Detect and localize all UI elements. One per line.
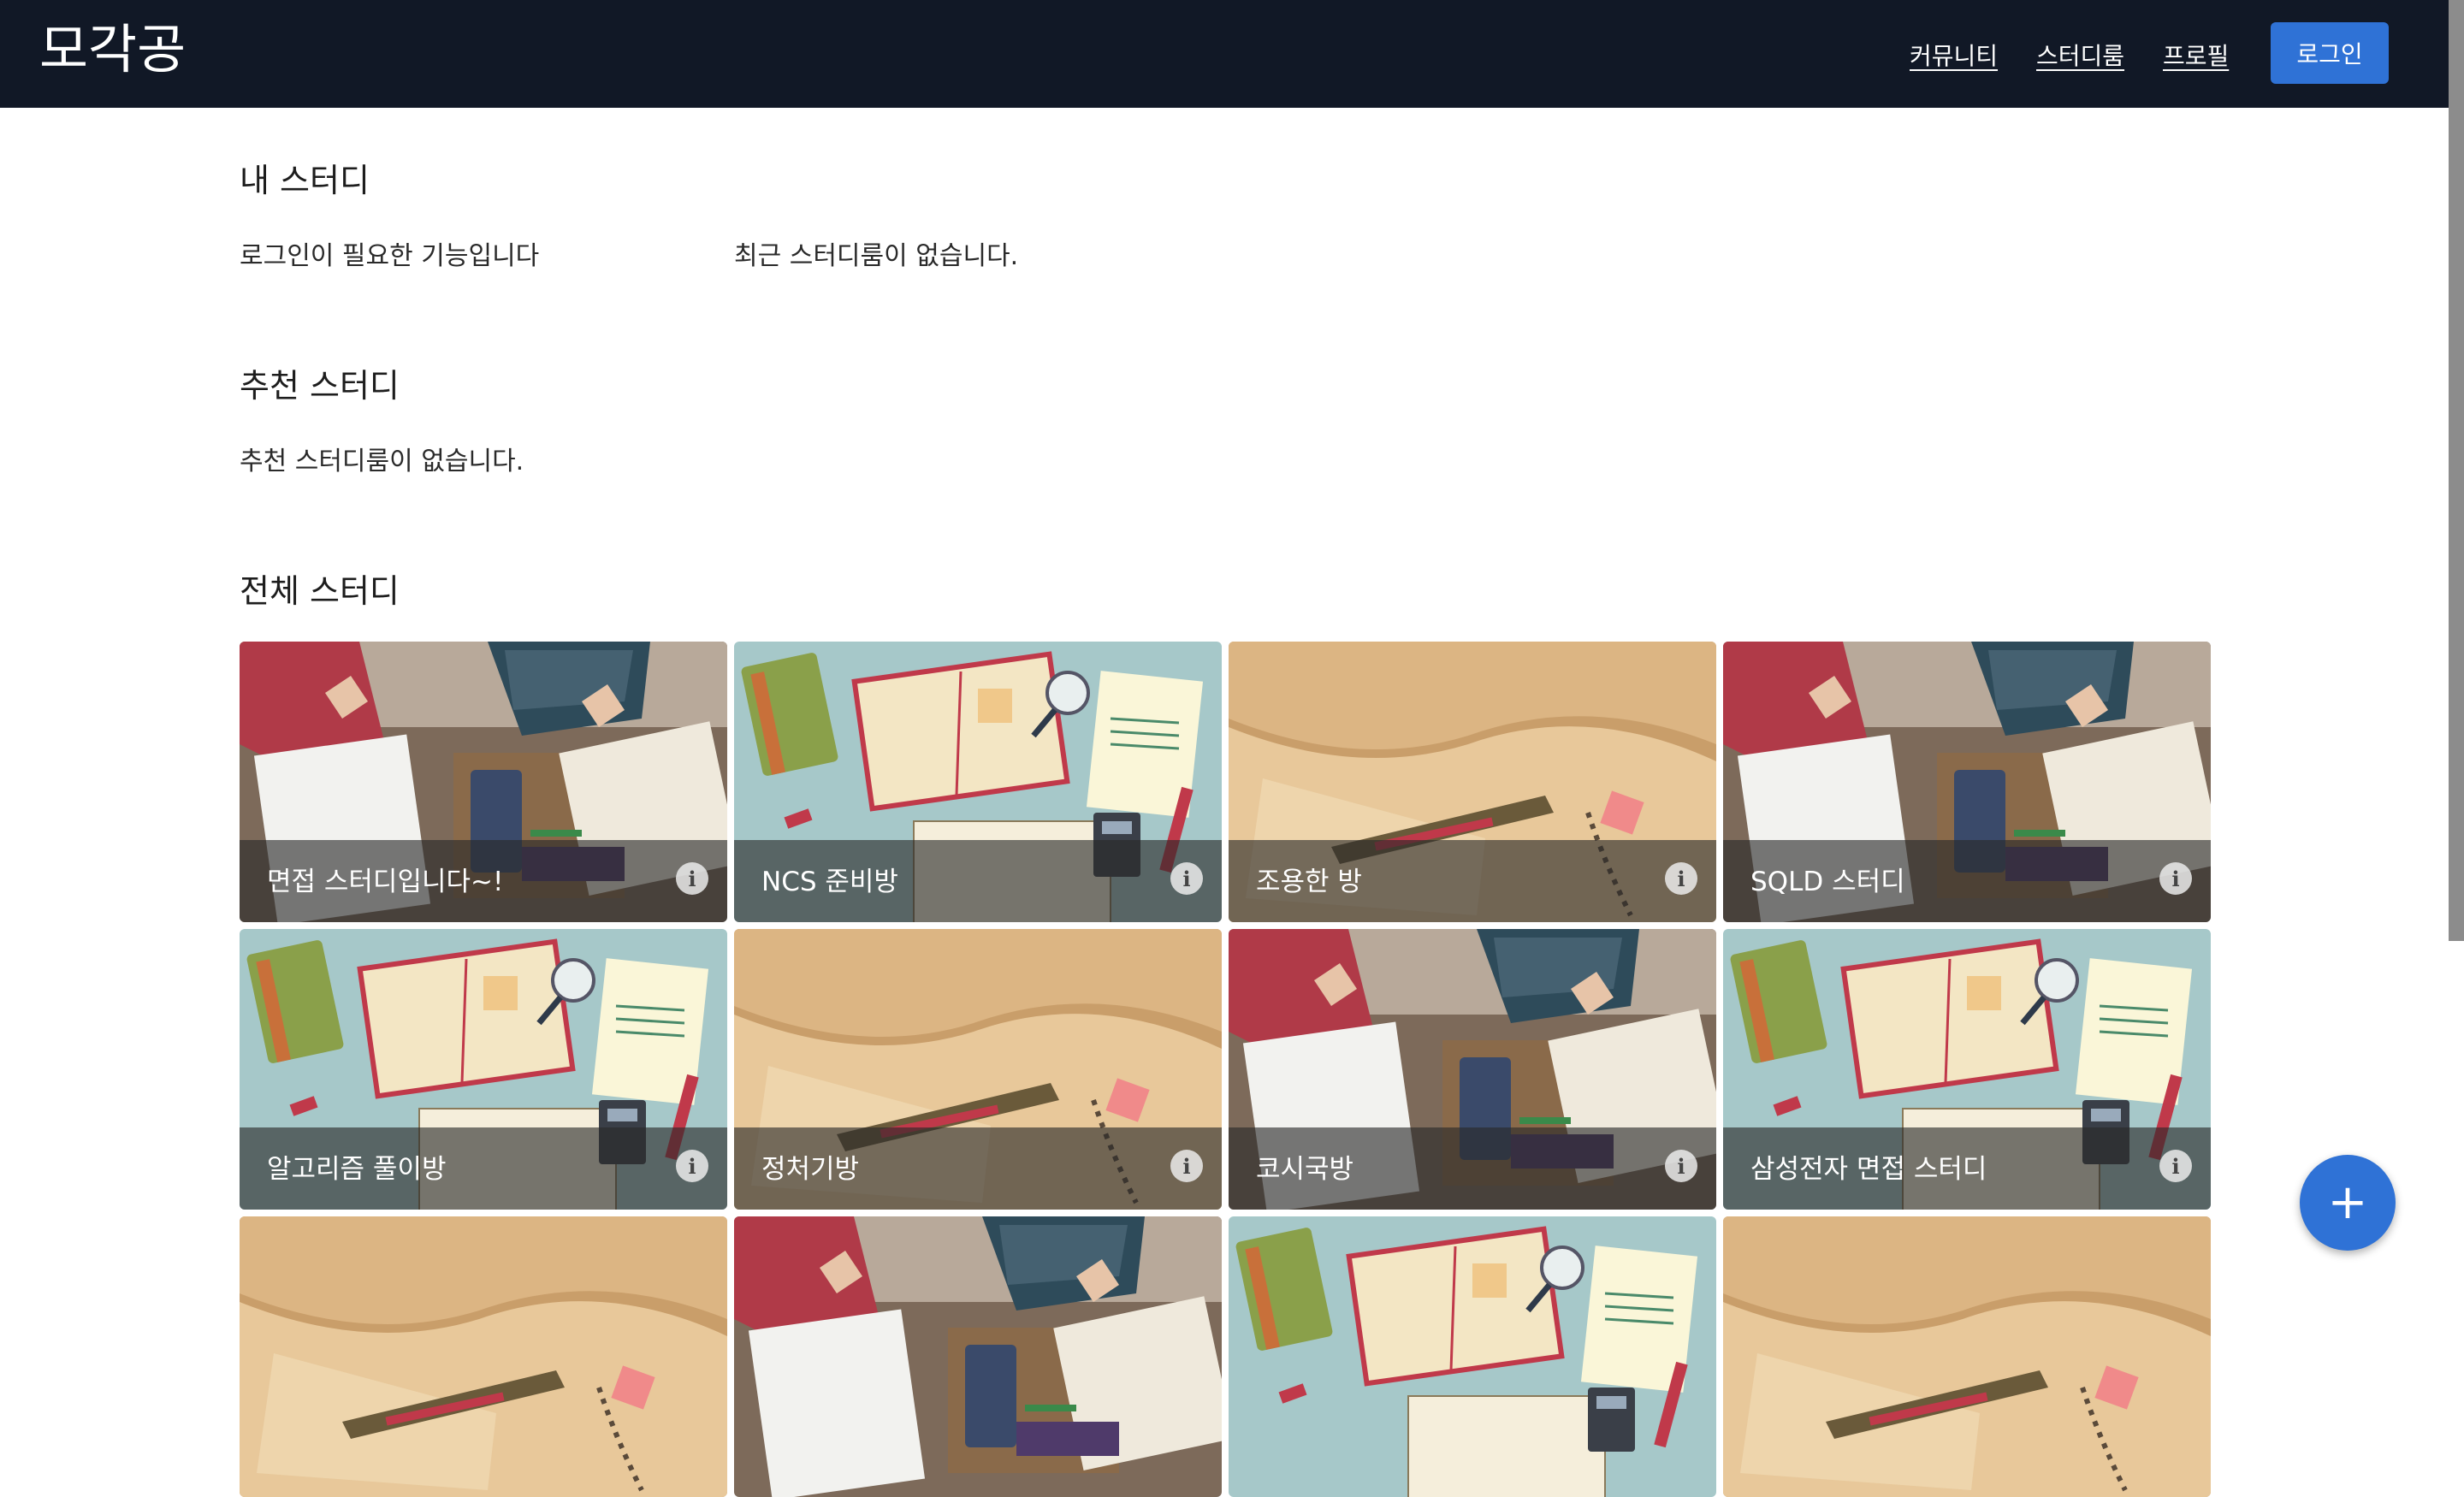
card-caption-bar: 코시국방 i xyxy=(1229,1127,1716,1210)
info-icon[interactable]: i xyxy=(2159,1150,2192,1182)
card-title: 정처기방 xyxy=(761,1154,860,1185)
card-title: SQLD 스터디 xyxy=(1750,867,1905,897)
card-title: 삼성전자 면접 스터디 xyxy=(1750,1154,1987,1185)
study-card[interactable]: 알고리즘 풀이방 i xyxy=(240,929,727,1210)
info-icon[interactable]: i xyxy=(1665,862,1697,895)
card-caption-bar: 정처기방 i xyxy=(734,1127,1222,1210)
study-card[interactable] xyxy=(240,1216,727,1497)
card-caption-bar: SQLD 스터디 i xyxy=(1723,840,2211,922)
card-caption-bar: NCS 준비방 i xyxy=(734,840,1222,922)
plus-icon: + xyxy=(2327,1175,2368,1230)
nav-link-studyroom[interactable]: 스터디룸 xyxy=(2036,38,2124,72)
card-caption-bar: 알고리즘 풀이방 i xyxy=(240,1127,727,1210)
info-icon[interactable]: i xyxy=(1170,862,1203,895)
card-title: 알고리즘 풀이방 xyxy=(267,1154,447,1185)
study-card[interactable]: 면접 스터디입니다~! i xyxy=(240,642,727,922)
info-icon[interactable]: i xyxy=(676,862,708,895)
study-card[interactable] xyxy=(734,1216,1222,1497)
card-title: 면접 스터디입니다~! xyxy=(267,867,504,897)
card-title: 코시국방 xyxy=(1256,1154,1354,1185)
all-study-title: 전체 스터디 xyxy=(240,572,400,610)
top-navbar: 모각공 커뮤니티 스터디룸 프로필 로그인 xyxy=(0,0,2464,108)
study-card[interactable]: SQLD 스터디 i xyxy=(1723,642,2211,922)
study-card[interactable]: 정처기방 i xyxy=(734,929,1222,1210)
card-caption-bar: 삼성전자 면접 스터디 i xyxy=(1723,1127,2211,1210)
brand-logo[interactable]: 모각공 xyxy=(39,15,186,84)
info-icon[interactable]: i xyxy=(1170,1150,1203,1182)
nav-link-profile[interactable]: 프로필 xyxy=(2163,38,2229,72)
recommended-title: 추천 스터디 xyxy=(240,367,400,405)
info-icon[interactable]: i xyxy=(1665,1150,1697,1182)
open-book-image xyxy=(240,1216,727,1497)
create-study-button[interactable]: + xyxy=(2300,1155,2396,1251)
login-required-text: 로그인이 필요한 기능입니다 xyxy=(240,241,540,271)
desk-writing-image xyxy=(734,1216,1222,1497)
my-study-title: 내 스터디 xyxy=(240,162,370,199)
card-caption-bar: 면접 스터디입니다~! i xyxy=(240,840,727,922)
no-recommended-text: 추천 스터디룸이 없습니다. xyxy=(240,447,524,476)
no-recent-text: 최근 스터디룸이 없습니다. xyxy=(734,241,1019,271)
study-card[interactable]: 코시국방 i xyxy=(1229,929,1716,1210)
info-icon[interactable]: i xyxy=(2159,862,2192,895)
study-card[interactable]: NCS 준비방 i xyxy=(734,642,1222,922)
info-icon[interactable]: i xyxy=(676,1150,708,1182)
book-illustration-image xyxy=(1229,1216,1716,1497)
page-scrollbar[interactable] xyxy=(2449,0,2464,941)
card-caption-bar: 조용한 방 i xyxy=(1229,840,1716,922)
nav-link-community[interactable]: 커뮤니티 xyxy=(1910,38,1998,72)
login-button[interactable]: 로그인 xyxy=(2271,22,2389,84)
study-card[interactable]: 조용한 방 i xyxy=(1229,642,1716,922)
study-card[interactable] xyxy=(1723,1216,2211,1497)
card-title: 조용한 방 xyxy=(1256,867,1362,897)
open-book-image xyxy=(1723,1216,2211,1497)
card-title: NCS 준비방 xyxy=(761,867,898,897)
study-card[interactable] xyxy=(1229,1216,1716,1497)
study-card[interactable]: 삼성전자 면접 스터디 i xyxy=(1723,929,2211,1210)
